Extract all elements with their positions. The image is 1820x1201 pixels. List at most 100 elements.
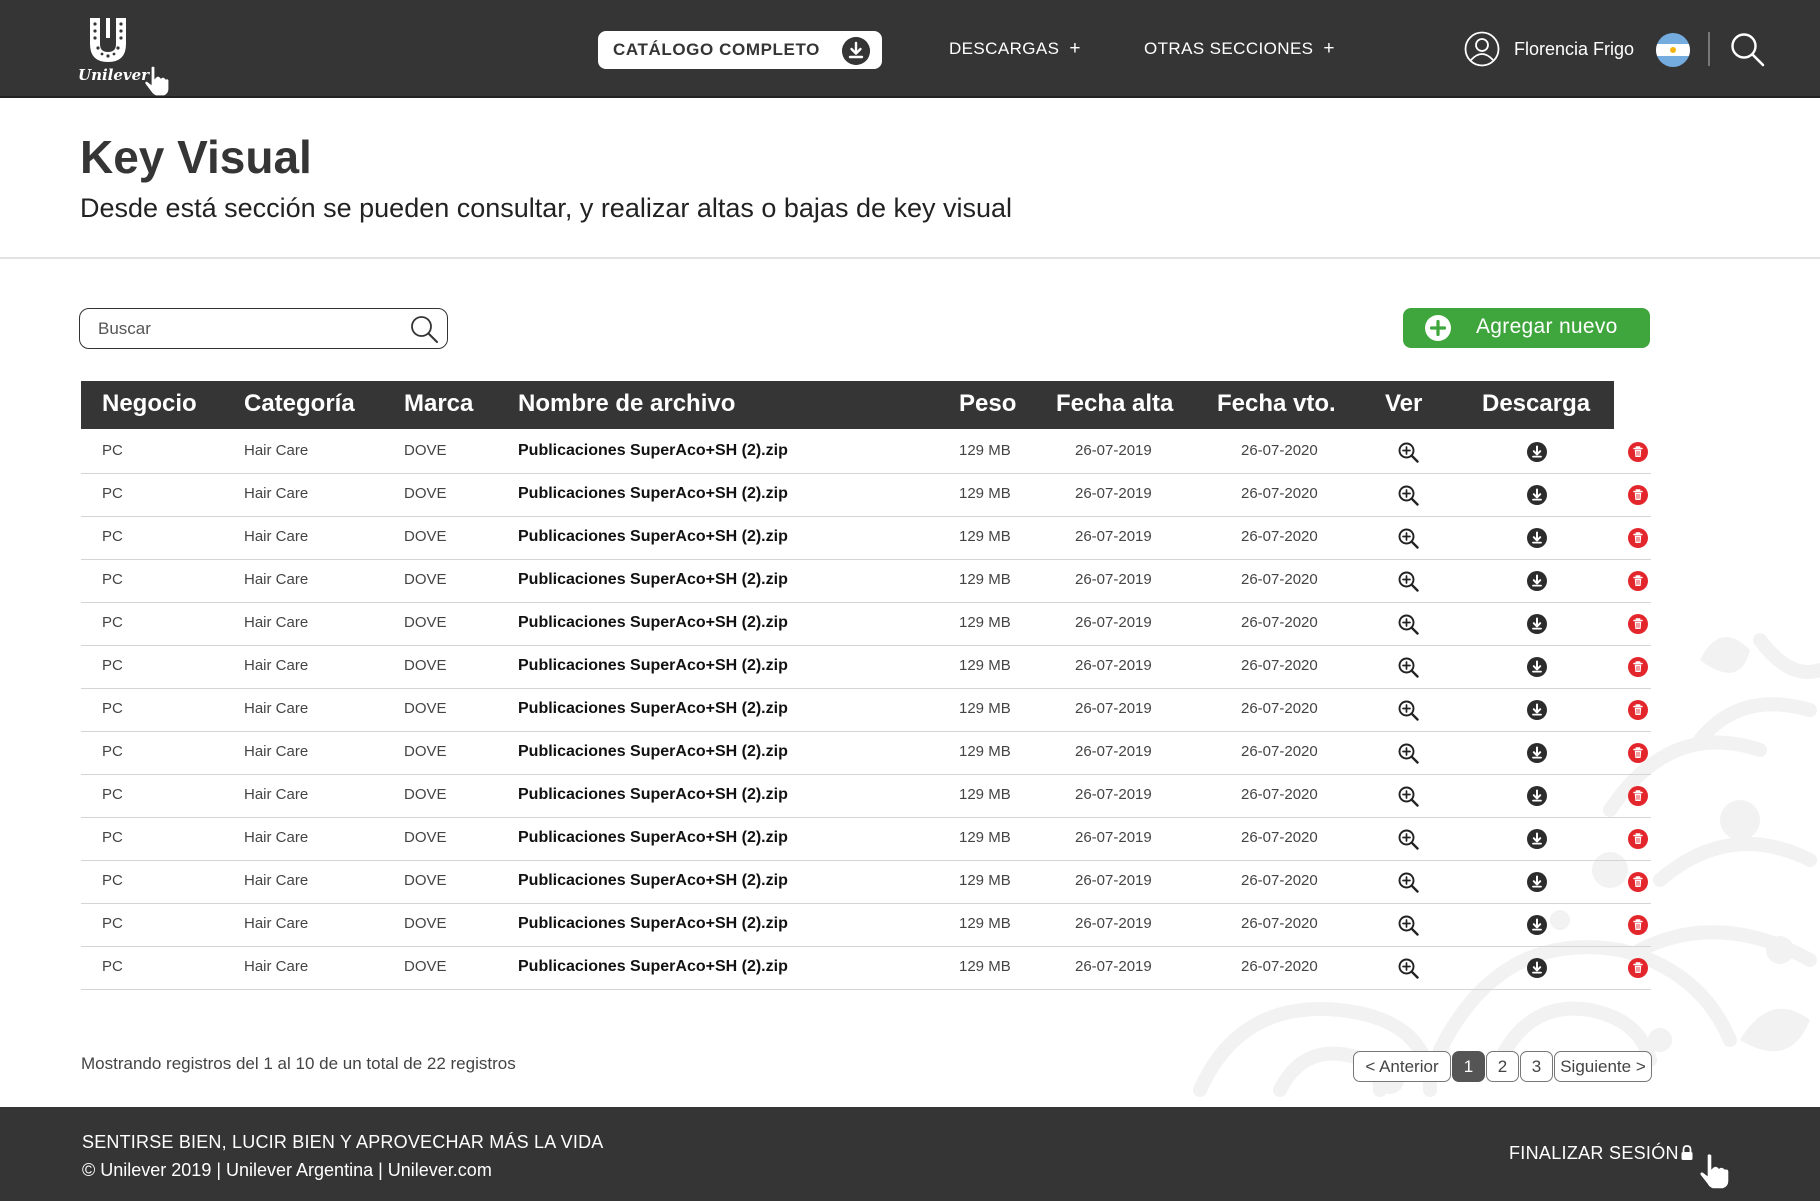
cell-negocio: PC bbox=[102, 485, 123, 502]
download-icon[interactable] bbox=[1526, 785, 1548, 807]
trash-icon[interactable] bbox=[1627, 441, 1649, 463]
cell-nombre-archivo: Publicaciones SuperAco+SH (2).zip bbox=[518, 571, 788, 588]
cell-nombre-archivo: Publicaciones SuperAco+SH (2).zip bbox=[518, 743, 788, 760]
pointer-hand-icon bbox=[144, 65, 170, 96]
cell-categoria: Hair Care bbox=[244, 657, 309, 674]
trash-icon[interactable] bbox=[1627, 527, 1649, 549]
zoom-in-icon[interactable] bbox=[1397, 527, 1419, 549]
trash-icon[interactable] bbox=[1627, 914, 1649, 936]
zoom-in-icon[interactable] bbox=[1397, 570, 1419, 592]
column-header-fecha-vto[interactable]: Fecha vto. bbox=[1217, 390, 1336, 418]
cell-fecha-vto: 26-07-2020 bbox=[1241, 657, 1318, 674]
nav-otras-secciones[interactable]: OTRAS SECCIONES + bbox=[1144, 38, 1335, 60]
trash-icon[interactable] bbox=[1627, 785, 1649, 807]
table-row: PC Hair Care DOVE Publicaciones SuperAco+SH… bbox=[81, 818, 1651, 861]
cell-peso: 129 MB bbox=[959, 829, 1011, 846]
cell-marca: DOVE bbox=[404, 915, 447, 932]
cell-fecha-alta: 26-07-2019 bbox=[1075, 571, 1152, 588]
cell-marca: DOVE bbox=[404, 657, 447, 674]
trash-icon[interactable] bbox=[1627, 613, 1649, 635]
unilever-logo[interactable]: Unilever bbox=[78, 16, 170, 96]
zoom-in-icon[interactable] bbox=[1397, 613, 1419, 635]
column-header-peso[interactable]: Peso bbox=[959, 390, 1016, 418]
trash-icon[interactable] bbox=[1627, 828, 1649, 850]
cell-negocio: PC bbox=[102, 700, 123, 717]
column-header-nombre-archivo[interactable]: Nombre de archivo bbox=[518, 390, 735, 418]
argentina-flag-icon[interactable] bbox=[1656, 33, 1690, 67]
trash-icon[interactable] bbox=[1627, 871, 1649, 893]
table-row: PC Hair Care DOVE Publicaciones SuperAco+SH… bbox=[81, 517, 1651, 560]
page-subtitle: Desde está sección se pueden consultar, … bbox=[80, 193, 1013, 223]
user-menu[interactable]: Florencia Frigo bbox=[1464, 30, 1634, 68]
nav-descargas[interactable]: DESCARGAS + bbox=[949, 38, 1081, 60]
download-icon[interactable] bbox=[1526, 828, 1548, 850]
download-icon[interactable] bbox=[1526, 699, 1548, 721]
download-icon[interactable] bbox=[1526, 914, 1548, 936]
cell-fecha-vto: 26-07-2020 bbox=[1241, 528, 1318, 545]
download-icon[interactable] bbox=[1526, 957, 1548, 979]
cell-fecha-vto: 26-07-2020 bbox=[1241, 700, 1318, 717]
column-header-marca[interactable]: Marca bbox=[404, 390, 473, 418]
cell-categoria: Hair Care bbox=[244, 786, 309, 803]
column-header-categoria[interactable]: Categoría bbox=[244, 390, 355, 418]
header-search-icon[interactable] bbox=[1728, 30, 1766, 68]
download-icon[interactable] bbox=[1526, 527, 1548, 549]
trash-icon[interactable] bbox=[1627, 484, 1649, 506]
full-catalog-label: CATÁLOGO COMPLETO bbox=[613, 40, 820, 59]
zoom-in-icon[interactable] bbox=[1397, 742, 1419, 764]
column-header-fecha-alta[interactable]: Fecha alta bbox=[1056, 390, 1173, 418]
download-icon[interactable] bbox=[1526, 441, 1548, 463]
search-input[interactable] bbox=[98, 317, 388, 341]
flag-sun bbox=[1670, 47, 1676, 53]
download-circle-icon bbox=[842, 37, 870, 65]
column-header-negocio[interactable]: Negocio bbox=[102, 390, 197, 418]
pagination-next-button[interactable]: Siguiente > bbox=[1554, 1051, 1652, 1082]
cell-fecha-vto: 26-07-2020 bbox=[1241, 958, 1318, 975]
download-icon[interactable] bbox=[1526, 871, 1548, 893]
pagination-page-3[interactable]: 3 bbox=[1520, 1051, 1553, 1082]
cell-nombre-archivo: Publicaciones SuperAco+SH (2).zip bbox=[518, 614, 788, 631]
zoom-in-icon[interactable] bbox=[1397, 699, 1419, 721]
logout-link[interactable]: FINALIZAR SESIÓN bbox=[1509, 1143, 1679, 1164]
cell-marca: DOVE bbox=[404, 700, 447, 717]
cell-fecha-alta: 26-07-2019 bbox=[1075, 915, 1152, 932]
cell-peso: 129 MB bbox=[959, 743, 1011, 760]
cell-nombre-archivo: Publicaciones SuperAco+SH (2).zip bbox=[518, 528, 788, 545]
zoom-in-icon[interactable] bbox=[1397, 828, 1419, 850]
pagination-page-2[interactable]: 2 bbox=[1486, 1051, 1519, 1082]
trash-icon[interactable] bbox=[1627, 699, 1649, 721]
zoom-in-icon[interactable] bbox=[1397, 957, 1419, 979]
zoom-in-icon[interactable] bbox=[1397, 871, 1419, 893]
cell-categoria: Hair Care bbox=[244, 872, 309, 889]
lock-icon bbox=[1681, 1145, 1693, 1160]
zoom-in-icon[interactable] bbox=[1397, 656, 1419, 678]
zoom-in-icon[interactable] bbox=[1397, 914, 1419, 936]
cell-marca: DOVE bbox=[404, 614, 447, 631]
download-icon[interactable] bbox=[1526, 656, 1548, 678]
trash-icon[interactable] bbox=[1627, 957, 1649, 979]
cell-fecha-vto: 26-07-2020 bbox=[1241, 829, 1318, 846]
search-field[interactable] bbox=[79, 308, 448, 349]
trash-icon[interactable] bbox=[1627, 570, 1649, 592]
trash-icon[interactable] bbox=[1627, 742, 1649, 764]
cell-fecha-alta: 26-07-2019 bbox=[1075, 829, 1152, 846]
cell-fecha-alta: 26-07-2019 bbox=[1075, 485, 1152, 502]
download-icon[interactable] bbox=[1526, 570, 1548, 592]
download-icon[interactable] bbox=[1526, 742, 1548, 764]
cell-categoria: Hair Care bbox=[244, 485, 309, 502]
trash-icon[interactable] bbox=[1627, 656, 1649, 678]
top-navbar: Unilever CATÁLOGO COMPLETO DESCARGAS + OT… bbox=[0, 0, 1820, 98]
zoom-in-icon[interactable] bbox=[1397, 785, 1419, 807]
zoom-in-icon[interactable] bbox=[1397, 441, 1419, 463]
cell-marca: DOVE bbox=[404, 743, 447, 760]
cell-marca: DOVE bbox=[404, 485, 447, 502]
download-icon[interactable] bbox=[1526, 613, 1548, 635]
search-icon[interactable] bbox=[409, 314, 439, 344]
zoom-in-icon[interactable] bbox=[1397, 484, 1419, 506]
pagination-page-1[interactable]: 1 bbox=[1452, 1051, 1485, 1082]
download-icon[interactable] bbox=[1526, 484, 1548, 506]
pagination-prev-button[interactable]: < Anterior bbox=[1353, 1051, 1451, 1082]
cell-negocio: PC bbox=[102, 442, 123, 459]
add-new-button[interactable]: Agregar nuevo bbox=[1403, 308, 1650, 348]
full-catalog-button[interactable]: CATÁLOGO COMPLETO bbox=[598, 31, 882, 69]
